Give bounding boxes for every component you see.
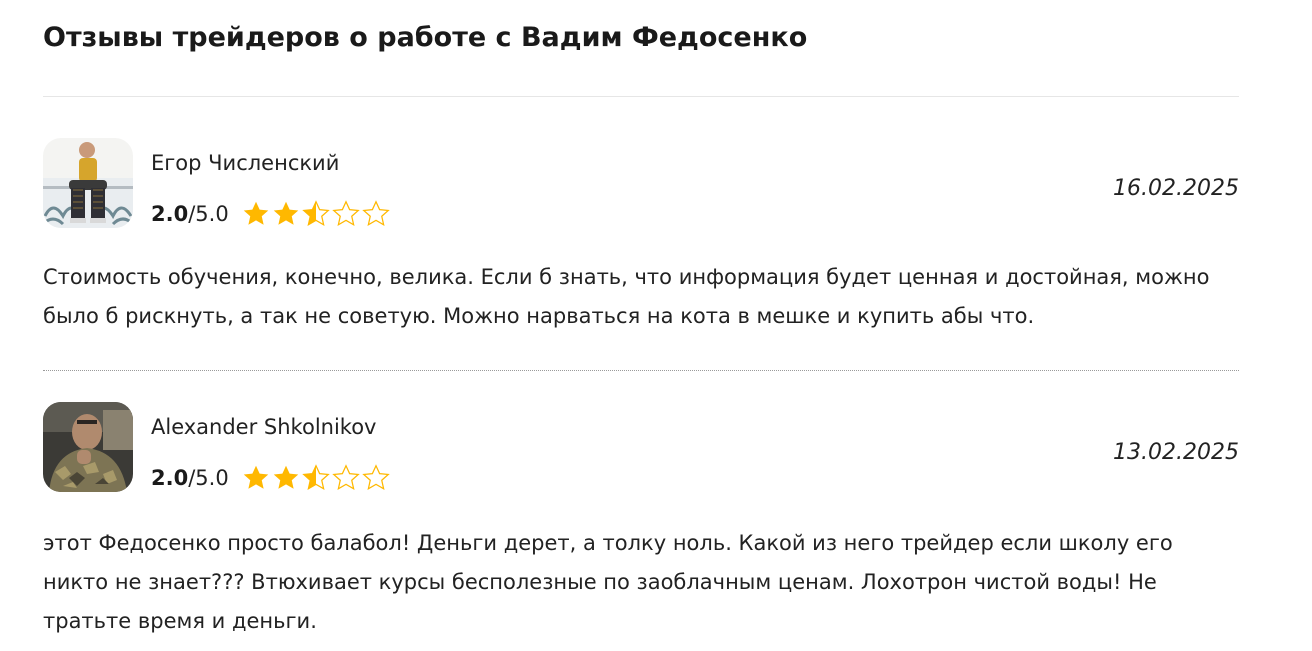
review-date: 13.02.2025 — [1113, 440, 1239, 465]
star-rating — [241, 463, 391, 493]
review-author: Alexander Shkolnikov — [151, 415, 377, 439]
rating-max: /5.0 — [188, 202, 229, 226]
page-title: Отзывы трейдеров о работе с Вадим Федосе… — [43, 22, 808, 53]
star-empty-icon — [331, 200, 360, 226]
star-full-icon — [243, 201, 268, 225]
rating-score: 2.0 — [151, 466, 189, 490]
star-full-icon — [273, 201, 298, 225]
star-rating — [241, 199, 391, 229]
review-date: 16.02.2025 — [1113, 176, 1239, 201]
avatar[interactable] — [43, 402, 133, 492]
user-photo-icon — [43, 138, 133, 228]
review-divider — [43, 370, 1239, 371]
user-photo-icon — [43, 402, 133, 492]
star-full-icon — [243, 465, 268, 489]
star-half-icon — [301, 200, 330, 226]
rating: 2.0/5.0 — [151, 198, 391, 230]
star-half-icon — [301, 464, 330, 490]
title-divider — [43, 96, 1239, 97]
review-text: Стоимость обучения, конечно, велика. Есл… — [43, 265, 1210, 328]
star-full-icon — [273, 465, 298, 489]
star-empty-icon — [361, 200, 390, 226]
review-text: этот Федосенко просто балабол! Деньги де… — [43, 531, 1173, 633]
star-empty-icon — [361, 464, 390, 490]
rating-score: 2.0 — [151, 202, 189, 226]
avatar[interactable] — [43, 138, 133, 228]
star-empty-icon — [331, 464, 360, 490]
rating: 2.0/5.0 — [151, 462, 391, 494]
review-author: Егор Численский — [151, 151, 340, 175]
rating-max: /5.0 — [188, 466, 229, 490]
reviews-section: Отзывы трейдеров о работе с Вадим Федосе… — [43, 0, 1239, 633]
